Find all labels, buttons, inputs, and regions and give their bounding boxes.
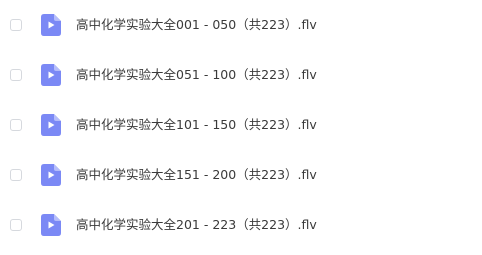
file-name[interactable]: 高中化学实验大全201 - 223（共223）.flv (76, 217, 317, 233)
file-name[interactable]: 高中化学实验大全101 - 150（共223）.flv (76, 117, 317, 133)
file-name[interactable]: 高中化学实验大全051 - 100（共223）.flv (76, 67, 317, 83)
video-file-icon (41, 14, 61, 36)
video-file-icon (41, 114, 61, 136)
video-file-icon (41, 164, 61, 186)
file-checkbox[interactable] (10, 219, 22, 231)
file-row[interactable]: 高中化学实验大全101 - 150（共223）.flv (0, 105, 482, 145)
file-row[interactable]: 高中化学实验大全051 - 100（共223）.flv (0, 55, 482, 95)
file-row[interactable]: 高中化学实验大全151 - 200（共223）.flv (0, 155, 482, 195)
file-name[interactable]: 高中化学实验大全151 - 200（共223）.flv (76, 167, 317, 183)
file-row[interactable]: 高中化学实验大全201 - 223（共223）.flv (0, 205, 482, 245)
file-name[interactable]: 高中化学实验大全001 - 050（共223）.flv (76, 17, 317, 33)
file-row[interactable]: 高中化学实验大全001 - 050（共223）.flv (0, 5, 482, 45)
file-checkbox[interactable] (10, 69, 22, 81)
file-checkbox[interactable] (10, 169, 22, 181)
file-checkbox[interactable] (10, 19, 22, 31)
video-file-icon (41, 214, 61, 236)
file-list: 高中化学实验大全001 - 050（共223）.flv 高中化学实验大全051 … (0, 0, 482, 255)
video-file-icon (41, 64, 61, 86)
file-checkbox[interactable] (10, 119, 22, 131)
